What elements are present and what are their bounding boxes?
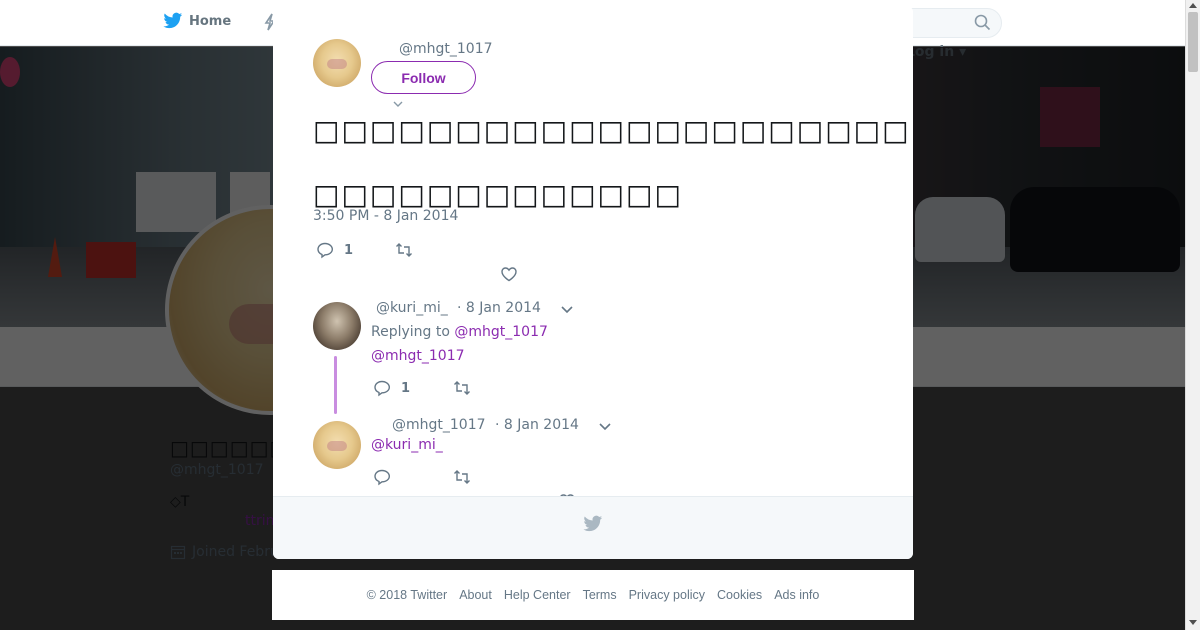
scroll-up-arrow-icon[interactable] [1189, 3, 1197, 8]
reply-count: 1 [344, 242, 354, 258]
replying-to-prefix: Replying to [371, 324, 455, 340]
retweet-icon [454, 470, 470, 484]
replying-to-mention[interactable]: @mhgt_1017 [454, 324, 548, 340]
retweet-button[interactable] [453, 379, 471, 397]
footer-link-privacy-policy[interactable]: Privacy policy [629, 588, 705, 602]
reply-text[interactable]: @mhgt_1017 [371, 348, 465, 364]
like-button[interactable] [500, 265, 528, 283]
tweet-thread: @mhgt_1017 Follow □□□□□□□□□□□□□□□□□□□□□ … [273, 6, 913, 496]
reply-button[interactable]: 1 [373, 379, 410, 397]
nav-home-link[interactable]: Home [163, 12, 231, 30]
reply-author-avatar[interactable] [313, 421, 361, 469]
tweet-author-handle[interactable]: @mhgt_1017 [399, 41, 493, 57]
reply-text[interactable]: @kuri_mi_ [371, 437, 443, 453]
scrollbar-thumb[interactable] [1188, 12, 1198, 72]
reply-icon [374, 380, 391, 397]
retweet-button[interactable] [453, 468, 471, 486]
reply-button[interactable]: 1 [316, 241, 353, 259]
reply-date[interactable]: · 8 Jan 2014 [457, 300, 541, 316]
profile-bio-link[interactable]: ttrin [245, 513, 275, 529]
tweet-timestamp[interactable]: 3:50 PM - 8 Jan 2014 [313, 208, 458, 224]
replying-to-label: Replying to @mhgt_1017 [371, 324, 548, 340]
footer-link-terms[interactable]: Terms [583, 588, 617, 602]
tweet-author-avatar[interactable] [313, 39, 361, 87]
retweet-icon [396, 243, 412, 257]
scroll-down-arrow-icon[interactable] [1189, 620, 1197, 625]
reply-author-handle[interactable]: @mhgt_1017 [392, 417, 486, 433]
retweet-icon [454, 381, 470, 395]
twitter-bird-icon [583, 515, 603, 532]
retweet-button[interactable] [395, 241, 423, 259]
calendar-icon [170, 545, 186, 560]
close-icon[interactable] [1155, 13, 1177, 35]
login-link[interactable]: Log in ▾ [906, 44, 966, 60]
nav-home-label: Home [189, 13, 232, 29]
footer-link-ads-info[interactable]: Ads info [774, 588, 819, 602]
reply-button[interactable] [373, 468, 401, 486]
follow-button[interactable]: Follow [371, 61, 476, 94]
home-bird-icon [163, 12, 183, 29]
reply-author-handle[interactable]: @kuri_mi_ [376, 300, 448, 316]
modal-footer [273, 496, 913, 559]
thread-connector-line [334, 356, 337, 414]
tweet-permalink-modal: @mhgt_1017 Follow □□□□□□□□□□□□□□□□□□□□□ … [273, 6, 913, 559]
footer-link-cookies[interactable]: Cookies [717, 588, 762, 602]
reply-author-avatar[interactable] [313, 302, 361, 350]
legal-footer: © 2018 Twitter About Help Center Terms P… [272, 570, 914, 620]
reply-date[interactable]: · 8 Jan 2014 [495, 417, 579, 433]
footer-link-help-center[interactable]: Help Center [504, 588, 571, 602]
chevron-down-icon[interactable] [598, 422, 612, 432]
tweet-text-line: □□□□□□□□□□□□□□□□□□□□□ [313, 114, 911, 147]
chevron-down-icon[interactable] [560, 305, 574, 315]
heart-icon [501, 267, 517, 282]
reply-icon [317, 242, 334, 259]
copyright-text: © 2018 Twitter [366, 588, 448, 602]
reply-icon [374, 469, 391, 486]
page-scrollbar[interactable] [1185, 0, 1200, 630]
search-icon[interactable] [974, 14, 991, 31]
footer-link-about[interactable]: About [459, 588, 492, 602]
reply-count: 1 [401, 380, 411, 396]
